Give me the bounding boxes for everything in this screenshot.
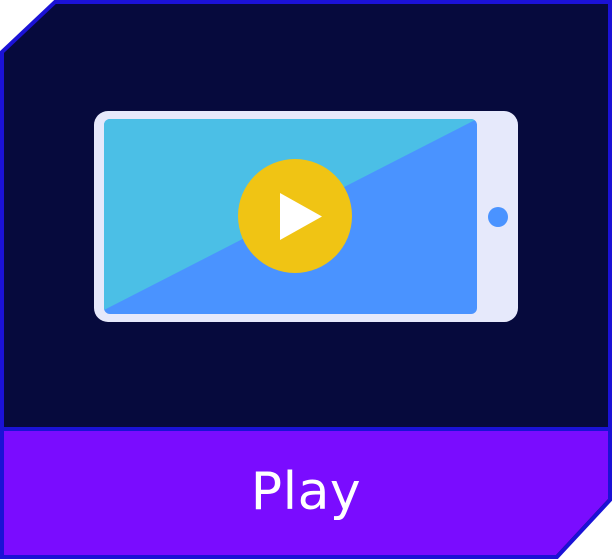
play-tile-button[interactable]: Play: [0, 0, 612, 559]
video-play-phone-icon: [94, 111, 518, 322]
label-band: [4, 430, 608, 555]
home-button-dot: [488, 207, 508, 227]
